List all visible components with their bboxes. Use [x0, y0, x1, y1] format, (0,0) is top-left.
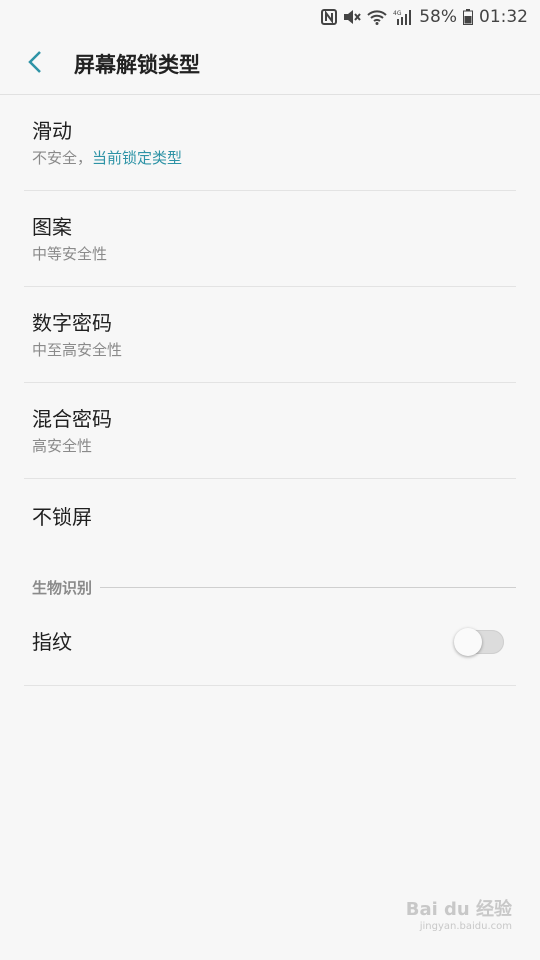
section-label: 生物识别 — [32, 579, 93, 597]
fingerprint-toggle[interactable] — [454, 627, 504, 656]
option-pattern[interactable]: 图案 中等安全性 — [24, 191, 516, 287]
option-subtitle: 高安全性 — [32, 437, 93, 455]
option-title: 不锁屏 — [32, 505, 92, 529]
toggle-knob — [454, 627, 482, 656]
lock-type-list: 滑动 不安全，当前锁定类型 图案 中等安全性 数字密码 中至高安全性 混合密码 … — [24, 95, 516, 567]
page-title: 屏幕解锁类型 — [74, 53, 200, 77]
wifi-icon — [367, 9, 387, 25]
option-title: 图案 — [32, 215, 72, 239]
watermark-subtext: jingyan.baidu.com — [419, 921, 512, 932]
signal-icon: 4G — [393, 9, 413, 25]
chevron-left-icon — [27, 50, 43, 78]
battery-percent: 58% — [419, 7, 457, 27]
option-pin[interactable]: 数字密码 中至高安全性 — [24, 287, 516, 383]
watermark-text: Bai du 经验 — [405, 899, 512, 920]
section-divider — [100, 587, 516, 588]
network-type-label: 4G — [393, 10, 402, 17]
option-subtitle: 中至高安全性 — [32, 341, 123, 359]
battery-icon — [463, 9, 473, 25]
option-swipe[interactable]: 滑动 不安全，当前锁定类型 — [24, 95, 516, 191]
option-none[interactable]: 不锁屏 — [24, 479, 516, 567]
fingerprint-label: 指纹 — [32, 629, 72, 654]
option-subtitle-text: 不安全， — [32, 149, 93, 167]
status-bar: 4G 58% 01:32 — [0, 0, 540, 34]
option-title: 滑动 — [32, 119, 72, 143]
option-title: 数字密码 — [32, 311, 112, 335]
fingerprint-option[interactable]: 指纹 — [24, 598, 516, 686]
option-subtitle: 不安全，当前锁定类型 — [32, 147, 508, 168]
nfc-icon — [321, 9, 338, 25]
clock: 01:32 — [479, 7, 528, 27]
biometrics-section-header: 生物识别 — [24, 577, 516, 598]
option-password[interactable]: 混合密码 高安全性 — [24, 383, 516, 479]
option-title: 混合密码 — [32, 407, 112, 431]
watermark: Bai du 经验 jingyan.baidu.com — [406, 895, 512, 932]
app-header: 屏幕解锁类型 — [0, 34, 540, 95]
mute-icon — [343, 9, 361, 25]
back-button[interactable] — [0, 34, 70, 94]
current-lock-type-label: 当前锁定类型 — [92, 149, 183, 167]
option-subtitle: 中等安全性 — [32, 245, 108, 263]
